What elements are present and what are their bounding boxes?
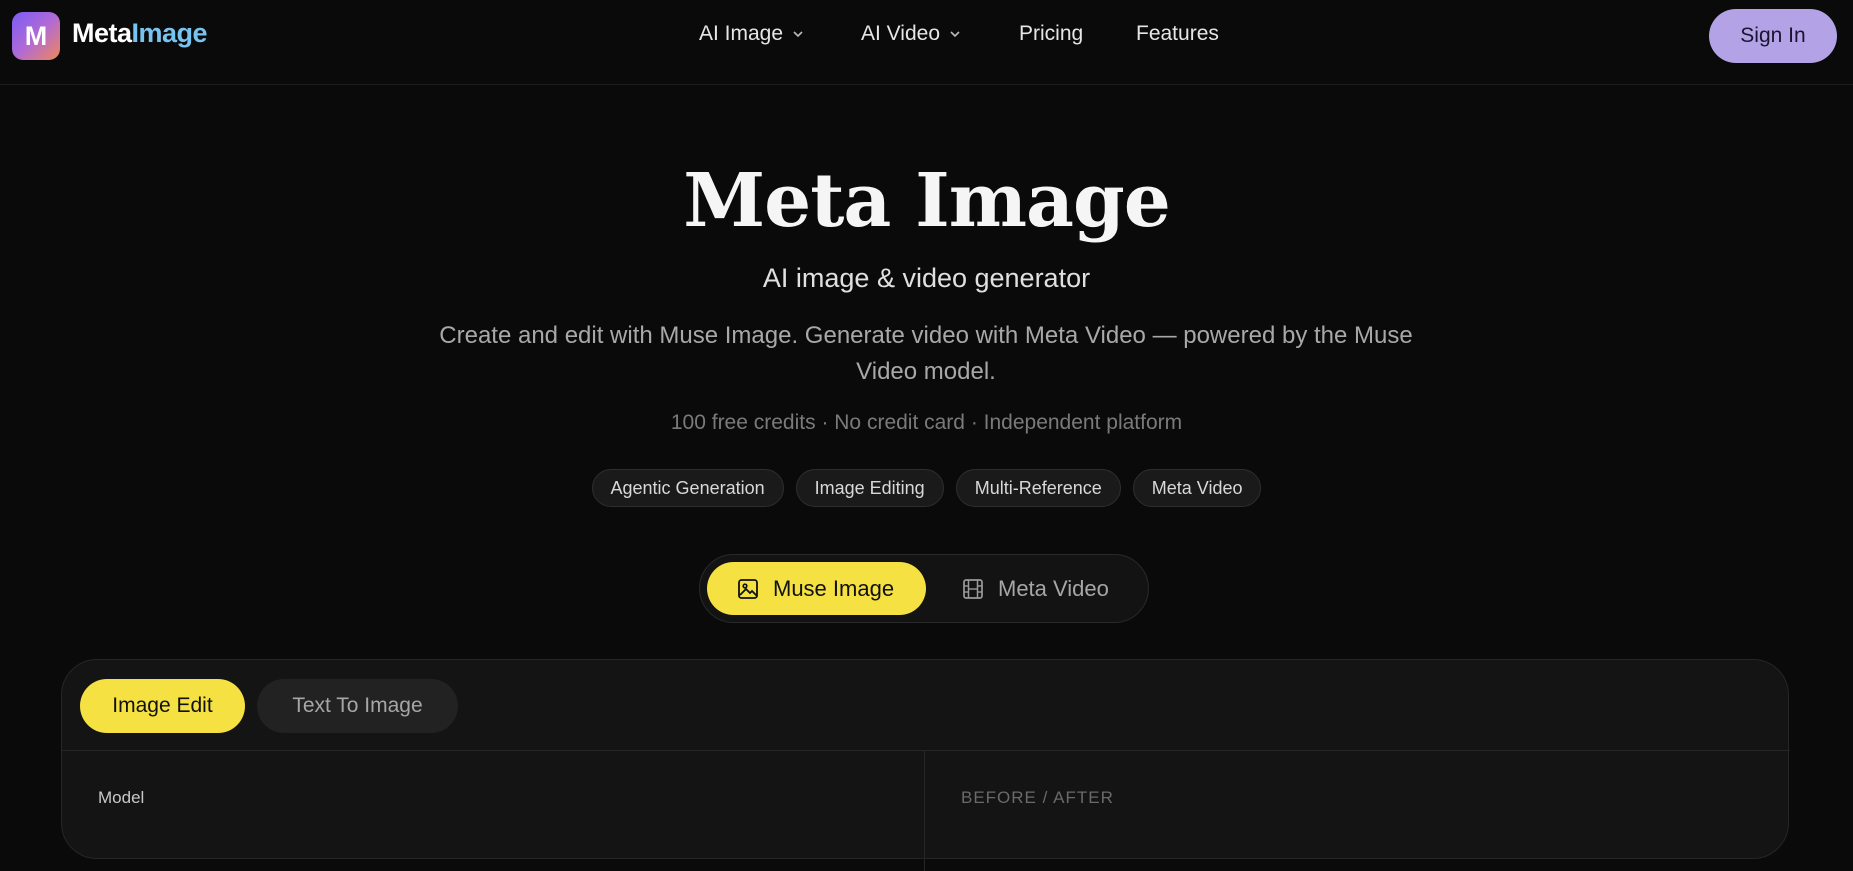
feature-pill: Image Editing xyxy=(795,469,944,507)
image-icon xyxy=(738,578,758,599)
brand-name-part2: Image xyxy=(131,18,208,48)
nav-item-label: AI Video xyxy=(861,22,941,45)
mode-muse-image-button[interactable]: Muse Image xyxy=(707,562,926,615)
generator-panel: Image Edit Text To Image Model BEFORE / … xyxy=(61,659,1790,871)
feature-pill: Multi-Reference xyxy=(955,469,1121,507)
hero-title: Meta Image xyxy=(683,158,1171,244)
hero-subtitle: AI image & video generator xyxy=(762,263,1091,293)
panel-divider xyxy=(62,750,1790,751)
feature-pill: Meta Video xyxy=(1132,469,1262,507)
mode-label: Muse Image xyxy=(773,575,895,601)
nav-item-label: Pricing xyxy=(1019,22,1084,45)
film-icon xyxy=(963,578,983,599)
mode-switch: Muse Image Meta Video xyxy=(699,554,1149,623)
panel-column-divider xyxy=(924,751,925,871)
brand-name-part1: Meta xyxy=(72,18,132,48)
nav-item-features[interactable]: Features xyxy=(1136,22,1219,46)
sign-in-button[interactable]: Sign In xyxy=(1709,9,1837,63)
nav-item-label: AI Image xyxy=(699,22,784,45)
feature-pills: Agentic Generation Image Editing Multi-R… xyxy=(0,469,1853,507)
hero-meta: 100 free credits · No credit card · Inde… xyxy=(670,411,1183,434)
top-navbar: M MetaImage AI Image AI Video Pricing Fe… xyxy=(0,0,1853,85)
brand-name[interactable]: MetaImage xyxy=(72,18,208,49)
tab-image-edit[interactable]: Image Edit xyxy=(80,679,245,733)
hero-description: Create and edit with Muse Image. Generat… xyxy=(439,322,1413,385)
logo-icon[interactable]: M xyxy=(12,12,60,60)
chevron-down-icon xyxy=(950,31,960,38)
before-after-label: BEFORE / AFTER xyxy=(961,788,1114,807)
nav-item-ai-image[interactable]: AI Image xyxy=(699,22,805,46)
nav-item-pricing[interactable]: Pricing xyxy=(1019,22,1083,46)
tab-text-to-image[interactable]: Text To Image xyxy=(257,679,458,733)
model-label: Model xyxy=(98,788,145,807)
nav-item-label: Features xyxy=(1136,22,1219,45)
feature-pill: Agentic Generation xyxy=(591,469,784,507)
mode-meta-video-button[interactable]: Meta Video xyxy=(962,562,1109,615)
chevron-down-icon xyxy=(793,31,803,38)
mode-label: Meta Video xyxy=(998,575,1109,601)
nav-item-ai-video[interactable]: AI Video xyxy=(861,22,962,46)
